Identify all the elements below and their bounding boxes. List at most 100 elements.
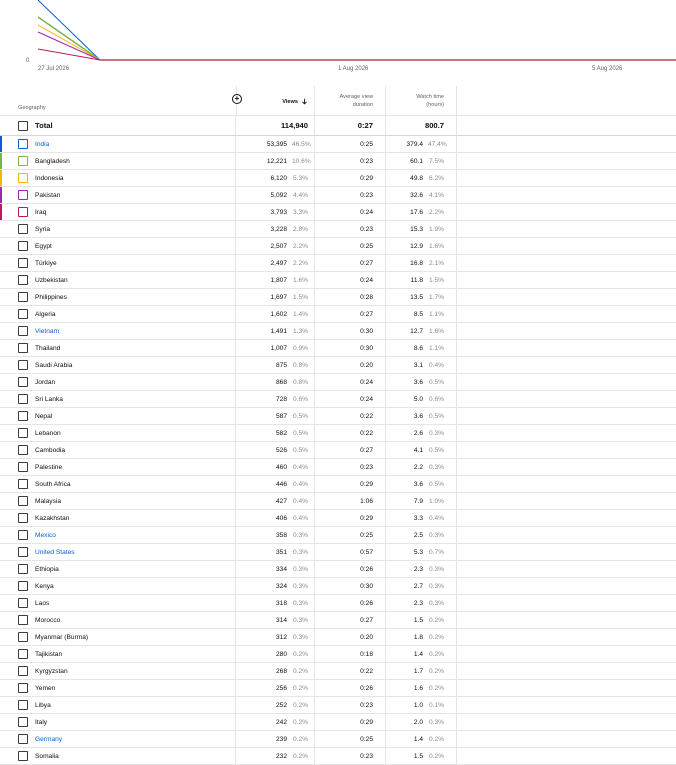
views-value: 53,395	[266, 140, 287, 148]
row-checkbox[interactable]	[18, 751, 28, 761]
row-checkbox[interactable]	[18, 683, 28, 693]
avg-value: 0:24	[360, 276, 373, 284]
row-checkbox[interactable]	[18, 156, 28, 166]
row-checkbox[interactable]	[18, 666, 28, 676]
row-checkbox[interactable]	[18, 479, 28, 489]
views-value: 239	[275, 735, 287, 743]
watch-value: 11.8	[410, 276, 423, 284]
geo-cell: Cambodia	[0, 442, 236, 458]
row-checkbox[interactable]	[18, 564, 28, 574]
header-watch-time[interactable]: Watch time (hours)	[386, 86, 457, 115]
country-name[interactable]: United States	[35, 549, 75, 556]
watch-percent: 7.5%	[428, 157, 444, 165]
watch-percent: 1.5%	[428, 276, 444, 284]
geo-cell: Thailand	[0, 340, 236, 356]
header-views[interactable]: Views	[236, 86, 315, 115]
avg-value: 0:29	[360, 174, 373, 182]
watch-percent: 1.0%	[428, 497, 444, 505]
watch-cell: 17.6 2.2%	[386, 204, 457, 220]
row-checkbox[interactable]	[18, 139, 28, 149]
table-row: Türkiye 2,497 2.2% 0:27 16.8 2.1%	[0, 255, 676, 272]
row-checkbox[interactable]	[18, 309, 28, 319]
avg-cell: 0:28	[315, 289, 386, 305]
views-percent: 0.4%	[292, 480, 308, 488]
country-name[interactable]: Germany	[35, 736, 62, 743]
views-value: 232	[275, 752, 287, 760]
views-value: 2,497	[270, 259, 287, 267]
views-cell: 268 0.2%	[236, 663, 315, 679]
row-checkbox[interactable]	[18, 241, 28, 251]
row-checkbox[interactable]	[18, 411, 28, 421]
watch-cell: 3.3 0.4%	[386, 510, 457, 526]
header-geography[interactable]: Geography +	[0, 86, 242, 115]
row-checkbox[interactable]	[18, 717, 28, 727]
row-checkbox[interactable]	[18, 360, 28, 370]
watch-cell: 1.4 0.2%	[386, 646, 457, 662]
row-checkbox[interactable]	[18, 513, 28, 523]
country-name: Syria	[35, 225, 51, 233]
row-checkbox[interactable]	[18, 734, 28, 744]
watch-value: 379.4	[406, 140, 423, 148]
avg-cell: 0:57	[315, 544, 386, 560]
row-checkbox[interactable]	[18, 530, 28, 540]
watch-percent: 0.5%	[428, 378, 444, 386]
avg-cell: 0:22	[315, 425, 386, 441]
row-checkbox[interactable]	[18, 190, 28, 200]
watch-value: 12.9	[410, 242, 423, 250]
watch-value: 1.8	[413, 633, 423, 641]
views-percent: 0.3%	[292, 565, 308, 573]
row-checkbox[interactable]	[18, 581, 28, 591]
row-checkbox[interactable]	[18, 547, 28, 557]
row-checkbox[interactable]	[18, 394, 28, 404]
row-checkbox[interactable]	[18, 224, 28, 234]
views-value: 2,507	[270, 242, 287, 250]
views-value: 446	[275, 480, 287, 488]
table-row: Laos 318 0.3% 0:26 2.3 0.3%	[0, 595, 676, 612]
row-checkbox[interactable]	[18, 615, 28, 625]
row-checkbox[interactable]	[18, 326, 28, 336]
avg-value: 0:30	[360, 582, 373, 590]
avg-value: 0:26	[360, 599, 373, 607]
row-checkbox[interactable]	[18, 428, 28, 438]
table-row: Italy 242 0.2% 0:29 2.0 0.3%	[0, 714, 676, 731]
row-checkbox[interactable]	[18, 377, 28, 387]
avg-value: 0:24	[360, 208, 373, 216]
row-checkbox[interactable]	[18, 632, 28, 642]
views-value: 1,491	[270, 327, 287, 335]
watch-percent: 0.2%	[428, 650, 444, 658]
row-checkbox[interactable]	[18, 445, 28, 455]
series-color-marker	[0, 153, 2, 169]
row-checkbox[interactable]	[18, 649, 28, 659]
country-name[interactable]: Mexico	[35, 532, 56, 539]
row-checkbox[interactable]	[18, 598, 28, 608]
country-name: Yemen	[35, 684, 56, 692]
row-checkbox[interactable]	[18, 292, 28, 302]
country-name: Jordan	[35, 378, 56, 386]
country-name[interactable]: Vietnam	[35, 328, 59, 335]
table-row: Kenya 324 0.3% 0:30 2.7 0.3%	[0, 578, 676, 595]
row-checkbox[interactable]	[18, 462, 28, 472]
watch-percent: 0.6%	[428, 395, 444, 403]
watch-value: 15.3	[410, 225, 423, 233]
table-row: India 53,395 46.5% 0:25 379.4 47.4%	[0, 136, 676, 153]
views-value: 728	[275, 395, 287, 403]
row-checkbox[interactable]	[18, 496, 28, 506]
views-value: 252	[275, 701, 287, 709]
country-name[interactable]: India	[35, 141, 49, 148]
row-checkbox[interactable]	[18, 275, 28, 285]
total-checkbox[interactable]	[18, 120, 28, 131]
row-checkbox[interactable]	[18, 343, 28, 353]
row-checkbox[interactable]	[18, 700, 28, 710]
watch-value: 2.5	[413, 531, 423, 539]
row-checkbox[interactable]	[18, 207, 28, 217]
watch-percent: 0.5%	[428, 480, 444, 488]
avg-cell: 0:29	[315, 476, 386, 492]
country-name: Sri Lanka	[35, 395, 63, 403]
header-avg-duration[interactable]: Average view duration	[315, 86, 386, 115]
avg-cell: 0:27	[315, 306, 386, 322]
add-column-button[interactable]: +	[232, 94, 242, 104]
row-checkbox[interactable]	[18, 173, 28, 183]
row-checkbox[interactable]	[18, 258, 28, 268]
watch-percent: 0.2%	[428, 752, 444, 760]
avg-cell: 0:27	[315, 612, 386, 628]
